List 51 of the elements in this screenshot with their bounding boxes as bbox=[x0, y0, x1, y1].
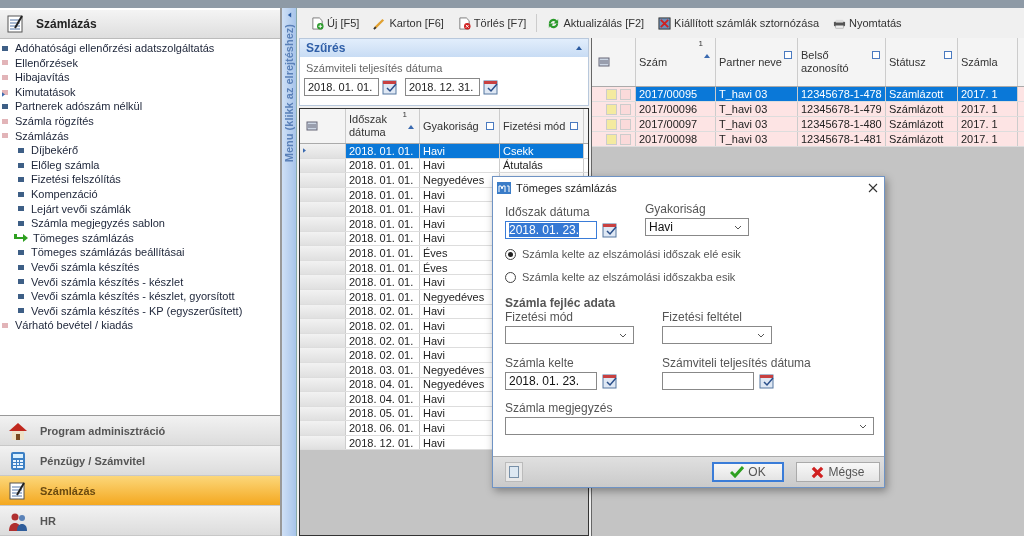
table-cell: 2018. 04. 01. bbox=[346, 377, 420, 392]
table-cell: 2018. 01. 01. bbox=[346, 231, 420, 246]
sidebar-title: Számlázás bbox=[36, 17, 97, 31]
table-cell: Számlázott bbox=[886, 87, 958, 101]
field-label: Számviteli teljesítés dátuma bbox=[662, 356, 812, 370]
table-cell: Átutalás bbox=[500, 158, 584, 173]
table-cell: 12345678-1-480 bbox=[798, 117, 886, 131]
table-cell: 2018. 02. 01. bbox=[346, 304, 420, 319]
table-cell: 2018. 02. 01. bbox=[346, 348, 420, 362]
field-label: Időszak dátuma bbox=[505, 205, 591, 219]
table-cell: 2018. 01. 01. bbox=[346, 289, 420, 304]
table-cell: T_havi 03 bbox=[716, 117, 798, 131]
field-label: Gyakoriság bbox=[645, 202, 707, 216]
table-cell: 2018. 03. 01. bbox=[346, 362, 420, 377]
table-cell: 2018. 01. 01. bbox=[346, 202, 420, 216]
table-cell: T_havi 03 bbox=[716, 102, 798, 116]
table-cell: 2018. 01. 01. bbox=[346, 246, 420, 260]
table-cell: Havi bbox=[420, 144, 500, 158]
table-cell: 2018. 01. 01. bbox=[346, 173, 420, 187]
table-cell: 12345678-1-478 bbox=[798, 87, 886, 101]
table-cell: 2018. 02. 01. bbox=[346, 333, 420, 348]
table-cell: Számlázott bbox=[886, 102, 958, 116]
table-cell: 2018. 01. 01. bbox=[346, 187, 420, 202]
table-cell: 12345678-1-479 bbox=[798, 102, 886, 116]
table-cell: 2018. 01. 01. bbox=[346, 260, 420, 275]
table-cell: 2018. 01. 01. bbox=[346, 275, 420, 289]
table-cell: 2018. 01. 01. bbox=[346, 144, 420, 158]
table-cell: 2017. 1 bbox=[958, 117, 1018, 131]
table-cell: 12345678-1-481 bbox=[798, 132, 886, 146]
table-cell: 2017. 1 bbox=[958, 102, 1018, 116]
table-cell: Csekk bbox=[500, 144, 584, 158]
table-cell: 2017/00097 bbox=[636, 117, 716, 131]
filter-label: Számviteli teljesítés dátuma bbox=[305, 61, 444, 76]
table-cell: T_havi 03 bbox=[716, 87, 798, 101]
table-cell: Havi bbox=[420, 158, 500, 173]
table-cell: 2018. 02. 01. bbox=[346, 319, 420, 333]
table-cell: Számlázott bbox=[886, 132, 958, 146]
table-cell: 2018. 01. 01. bbox=[346, 158, 420, 173]
table-cell: 2017. 1 bbox=[958, 87, 1018, 101]
table-cell: Számlázott bbox=[886, 117, 958, 131]
table-cell: 2018. 01. 01. bbox=[346, 216, 420, 231]
table-cell: 2017/00096 bbox=[636, 102, 716, 116]
table-cell: 2018. 06. 01. bbox=[346, 421, 420, 435]
table-cell: 2017/00098 bbox=[636, 132, 716, 146]
table-cell: 2017. 1 bbox=[958, 132, 1018, 146]
field-label: Fizetési feltétel bbox=[662, 310, 744, 324]
table-cell: 2017/00095 bbox=[636, 87, 716, 101]
table-cell: 2018. 05. 01. bbox=[346, 406, 420, 421]
table-cell: 2018. 04. 01. bbox=[346, 392, 420, 406]
table-cell: 2018. 12. 01. bbox=[346, 435, 420, 450]
table-cell: T_havi 03 bbox=[716, 132, 798, 146]
